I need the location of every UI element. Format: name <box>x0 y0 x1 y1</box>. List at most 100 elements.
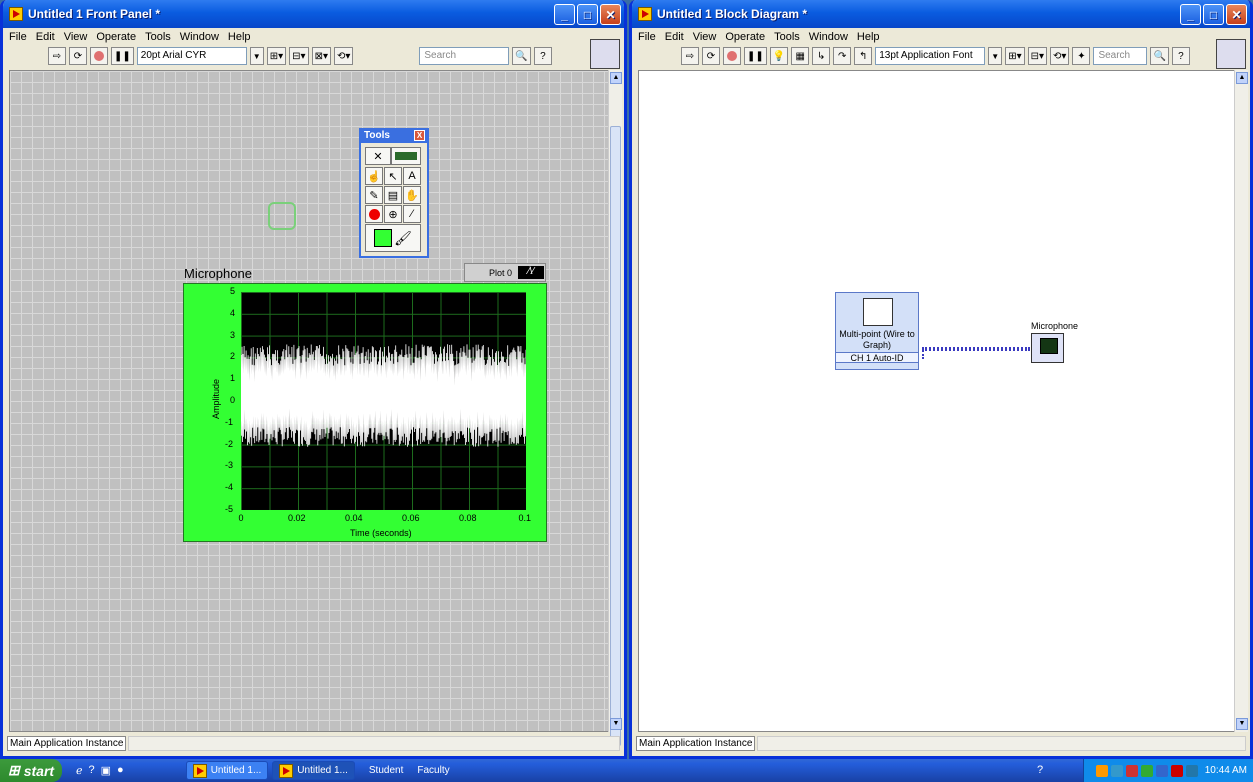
maximize-button[interactable]: □ <box>1203 4 1224 25</box>
pause-icon[interactable]: ❚❚ <box>111 47 134 65</box>
menu-window[interactable]: Window <box>180 31 219 43</box>
minimize-button[interactable]: _ <box>554 4 575 25</box>
set-color-tool-icon[interactable]: 🖌 <box>365 224 421 252</box>
block-diagram-window[interactable]: Untitled 1 Block Diagram * _ □ ✕ File Edi… <box>629 0 1253 759</box>
position-tool-icon[interactable]: ↖ <box>384 167 402 185</box>
tools-palette[interactable]: Tools X ✕ ☝ ↖ A ✎ ▤ ✋ ⊕ ⁄ 🖌 <box>359 128 429 258</box>
search-input[interactable]: Search <box>1093 47 1148 65</box>
close-button[interactable]: ✕ <box>1226 4 1247 25</box>
step-into-icon[interactable]: ↳ <box>812 47 831 65</box>
maximize-button[interactable]: □ <box>577 4 598 25</box>
run-continuously-icon[interactable]: ⟳ <box>702 47 720 65</box>
help-center-icon[interactable]: ? <box>89 764 95 777</box>
graph-terminal[interactable] <box>1031 333 1064 363</box>
ie-icon[interactable]: ℯ <box>76 764 83 777</box>
explorer-icon[interactable]: ▣ <box>101 764 111 777</box>
search-input[interactable]: Search <box>419 47 510 65</box>
block-diagram-titlebar[interactable]: Untitled 1 Block Diagram * _ □ ✕ <box>632 0 1250 28</box>
tray-shield-icon[interactable] <box>1140 764 1153 777</box>
menu-view[interactable]: View <box>693 31 717 43</box>
vertical-scrollbar[interactable]: ▲ ▼ <box>608 70 622 746</box>
clean-up-diagram-icon[interactable]: ✦ <box>1072 47 1091 65</box>
band-faculty[interactable]: Faculty <box>417 765 449 776</box>
scroll-down-icon[interactable]: ▼ <box>1236 718 1248 730</box>
reorder-icon[interactable]: ⟲▾ <box>1050 47 1070 65</box>
pause-icon[interactable]: ❚❚ <box>744 47 767 65</box>
block-diagram-canvas[interactable]: Multi-point (Wire to Graph) CH 1 Auto-ID… <box>638 70 1236 732</box>
menu-window[interactable]: Window <box>809 31 848 43</box>
data-wire-vertical[interactable] <box>922 347 926 359</box>
menu-edit[interactable]: Edit <box>665 31 684 43</box>
run-continuously-icon[interactable]: ⟳ <box>69 47 87 65</box>
menu-tools[interactable]: Tools <box>774 31 800 43</box>
tray-app-icon[interactable] <box>1095 764 1108 777</box>
get-color-tool-icon[interactable]: ⁄ <box>403 205 421 223</box>
front-panel-titlebar[interactable]: Untitled 1 Front Panel * _ □ ✕ <box>3 0 624 28</box>
label-tool-icon[interactable]: A <box>403 167 421 185</box>
express-vi-multipoint[interactable]: Multi-point (Wire to Graph) CH 1 Auto-ID <box>835 292 919 370</box>
scroll-thumb[interactable] <box>610 126 621 746</box>
menu-view[interactable]: View <box>64 31 88 43</box>
tray-vs-icon[interactable] <box>1185 764 1198 777</box>
horizontal-scrollbar[interactable] <box>128 736 620 751</box>
retain-wire-values-icon[interactable]: ▦ <box>791 47 810 65</box>
menu-operate[interactable]: Operate <box>725 31 765 43</box>
abort-icon[interactable] <box>90 47 108 65</box>
scroll-up-icon[interactable]: ▲ <box>1236 72 1248 84</box>
tray-security-icon[interactable] <box>1125 764 1138 777</box>
task-front-panel[interactable]: Untitled 1... <box>185 761 269 780</box>
font-select[interactable]: 13pt Application Font <box>875 47 986 65</box>
plot-area[interactable] <box>240 292 527 510</box>
menu-file[interactable]: File <box>638 31 656 43</box>
breakpoint-tool-icon[interactable] <box>365 205 383 223</box>
wiring-tool-icon[interactable]: ✎ <box>365 186 383 204</box>
search-icon[interactable]: 🔍 <box>1150 47 1169 65</box>
font-dropdown-icon[interactable]: ▼ <box>988 47 1003 65</box>
align-objects-icon[interactable]: ⊞▾ <box>1005 47 1025 65</box>
menu-help[interactable]: Help <box>857 31 880 43</box>
shortcut-menu-tool-icon[interactable]: ▤ <box>384 186 402 204</box>
vi-icon[interactable] <box>590 39 620 69</box>
step-over-icon[interactable]: ↷ <box>833 47 852 65</box>
menu-file[interactable]: File <box>9 31 27 43</box>
menu-tools[interactable]: Tools <box>145 31 171 43</box>
vi-icon[interactable] <box>1216 39 1246 69</box>
menu-operate[interactable]: Operate <box>96 31 136 43</box>
media-player-icon[interactable]: ● <box>117 764 124 777</box>
help-tray-icon[interactable]: ? <box>1037 764 1043 776</box>
search-icon[interactable]: 🔍 <box>512 47 531 65</box>
front-panel-window[interactable]: Untitled 1 Front Panel * _ □ ✕ File Edit V… <box>0 0 627 759</box>
font-select[interactable]: 20pt Arial CYR <box>136 47 247 65</box>
tray-red-icon[interactable] <box>1170 764 1183 777</box>
scroll-down-icon[interactable]: ▼ <box>610 718 622 730</box>
data-wire[interactable] <box>922 347 1030 351</box>
scroll-tool-icon[interactable]: ✋ <box>403 186 421 204</box>
horizontal-scrollbar[interactable] <box>757 736 1246 751</box>
close-button[interactable]: ✕ <box>600 4 621 25</box>
reorder-icon[interactable]: ⟲▾ <box>333 47 354 65</box>
plot-legend[interactable]: Plot 0 ⁄\⁄ <box>464 263 546 282</box>
menu-help[interactable]: Help <box>228 31 251 43</box>
express-vi-channel[interactable]: CH 1 Auto-ID <box>836 352 918 363</box>
distribute-objects-icon[interactable]: ⊟▾ <box>1027 47 1048 65</box>
task-block-diagram[interactable]: Untitled 1... <box>272 761 355 780</box>
automatic-tool-icon[interactable]: ✕ <box>365 147 391 165</box>
align-objects-icon[interactable]: ⊞▾ <box>266 47 287 65</box>
scroll-up-icon[interactable]: ▲ <box>610 72 622 84</box>
vertical-scrollbar[interactable]: ▲ ▼ <box>1234 70 1248 732</box>
run-arrow-icon[interactable]: ⇨ <box>681 47 699 65</box>
abort-icon[interactable] <box>723 47 741 65</box>
step-out-icon[interactable]: ↰ <box>854 47 873 65</box>
menu-edit[interactable]: Edit <box>36 31 55 43</box>
highlight-execution-icon[interactable]: 💡 <box>769 47 789 65</box>
run-arrow-icon[interactable]: ⇨ <box>48 47 66 65</box>
help-icon[interactable]: ? <box>1171 47 1190 65</box>
tray-network-icon[interactable] <box>1110 764 1123 777</box>
band-student[interactable]: Student <box>369 765 403 776</box>
tools-close-button[interactable]: X <box>414 130 425 141</box>
minimize-button[interactable]: _ <box>1180 4 1201 25</box>
font-dropdown-icon[interactable]: ▼ <box>249 47 264 65</box>
help-icon[interactable]: ? <box>533 47 552 65</box>
operate-tool-icon[interactable]: ☝ <box>365 167 383 185</box>
distribute-objects-icon[interactable]: ⊟▾ <box>289 47 309 65</box>
